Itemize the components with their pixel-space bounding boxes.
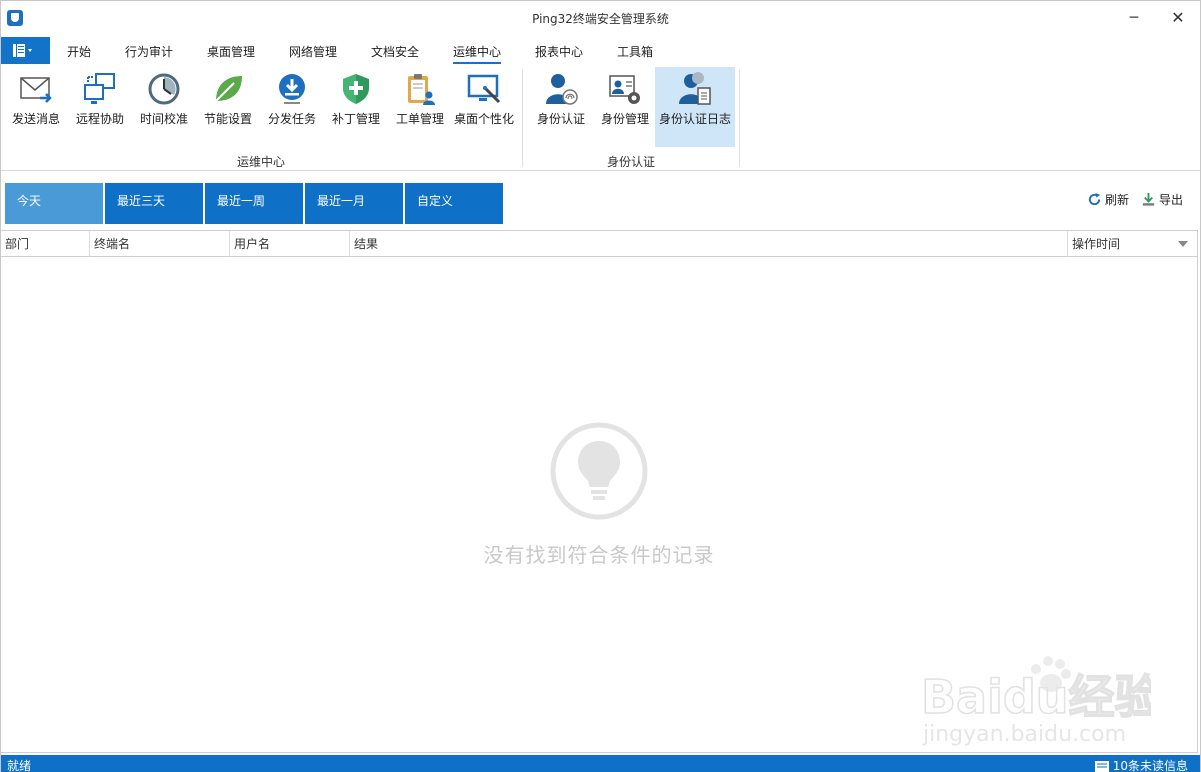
app-window: Ping32终端安全管理系统 ─ ✕ 开始 行为审计 桌面管理 网络管理 文档安… bbox=[0, 0, 1201, 772]
work-order-button[interactable]: 工单管理 bbox=[391, 67, 449, 147]
column-header-result[interactable]: 结果 bbox=[350, 231, 1068, 257]
sort-desc-icon bbox=[1178, 241, 1188, 247]
empty-message: 没有找到符合条件的记录 bbox=[483, 543, 715, 567]
leaf-icon bbox=[215, 76, 242, 102]
user-document-icon bbox=[679, 72, 711, 105]
remote-assist-button[interactable]: 远程协助 bbox=[71, 67, 129, 147]
group-separator bbox=[739, 69, 740, 167]
distribute-task-button[interactable]: 分发任务 bbox=[263, 67, 321, 147]
export-label: 导出 bbox=[1159, 193, 1184, 207]
ribbon-label: 远程协助 bbox=[75, 112, 124, 126]
ribbon-label: 时间校准 bbox=[139, 112, 188, 126]
ribbon-label: 节能设置 bbox=[203, 112, 252, 126]
ribbon-label: 桌面个性化 bbox=[453, 112, 514, 126]
unread-messages-label: 10条未读信息 bbox=[1112, 759, 1188, 772]
tab-desktop-management[interactable]: 桌面管理 bbox=[207, 43, 255, 60]
watermark-brand: Baidu经验 bbox=[921, 670, 1151, 724]
ribbon-label: 身份认证 bbox=[536, 112, 585, 126]
identity-auth-log-button[interactable]: 身份认证日志 bbox=[655, 67, 735, 147]
ribbon: 发送消息 远程协助 时间校准 节能设置 分发任务 补丁管理 工单管理 桌面个性化… bbox=[1, 65, 1200, 171]
filter-custom[interactable]: 自定义 bbox=[405, 183, 503, 224]
filter-today[interactable]: 今天 bbox=[5, 183, 103, 224]
status-text: 就绪 bbox=[7, 759, 32, 772]
patch-management-button[interactable]: 补丁管理 bbox=[327, 67, 385, 147]
shield-plus-icon bbox=[343, 74, 369, 104]
column-header-operation-time[interactable]: 操作时间 bbox=[1068, 231, 1196, 257]
file-menu-button[interactable] bbox=[1, 37, 50, 64]
column-header-terminal[interactable]: 终端名 bbox=[90, 231, 230, 257]
tab-start[interactable]: 开始 bbox=[67, 43, 91, 60]
send-message-button[interactable]: 发送消息 bbox=[7, 67, 65, 147]
export-button[interactable]: 导出 bbox=[1141, 191, 1183, 208]
tab-toolbox[interactable]: 工具箱 bbox=[617, 43, 653, 60]
id-card-gear-icon bbox=[609, 75, 640, 104]
tab-report-center[interactable]: 报表中心 bbox=[535, 43, 583, 60]
identity-auth-button[interactable]: 身份认证 bbox=[531, 67, 591, 147]
envelope-icon bbox=[20, 77, 52, 103]
group-label-ops: 运维中心 bbox=[237, 155, 286, 169]
tab-document-security[interactable]: 文档安全 bbox=[371, 43, 419, 60]
unread-messages[interactable]: 10条未读信息 bbox=[1094, 757, 1188, 772]
column-header-department[interactable]: 部门 bbox=[1, 231, 90, 257]
message-icon bbox=[1094, 761, 1109, 772]
export-icon bbox=[1142, 192, 1155, 206]
monitor-brush-icon bbox=[467, 74, 501, 104]
identity-management-button[interactable]: 身份管理 bbox=[595, 67, 655, 147]
table-header: 部门 终端名 用户名 结果 操作时间 bbox=[1, 231, 1197, 257]
download-circle-icon bbox=[279, 74, 305, 104]
ribbon-label: 工单管理 bbox=[395, 112, 444, 126]
filter-last-week[interactable]: 最近一周 bbox=[205, 183, 303, 224]
window-title: Ping32终端安全管理系统 bbox=[532, 12, 669, 26]
column-header-username[interactable]: 用户名 bbox=[230, 231, 350, 257]
column-header-operation-time-label: 操作时间 bbox=[1072, 237, 1121, 251]
empty-state: 没有找到符合条件的记录 bbox=[1, 421, 1197, 568]
filter-last-3-days[interactable]: 最近三天 bbox=[105, 183, 203, 224]
group-label-identity: 身份认证 bbox=[607, 155, 656, 169]
group-separator bbox=[522, 69, 523, 167]
ribbon-label: 身份认证日志 bbox=[658, 112, 731, 126]
refresh-label: 刷新 bbox=[1105, 193, 1130, 207]
refresh-button[interactable]: 刷新 bbox=[1087, 191, 1129, 208]
refresh-icon bbox=[1088, 192, 1101, 206]
clock-icon bbox=[148, 73, 180, 105]
tab-behavior-audit[interactable]: 行为审计 bbox=[125, 43, 173, 60]
clipboard-user-icon bbox=[408, 74, 435, 105]
ribbon-label: 分发任务 bbox=[267, 112, 316, 126]
ribbon-label: 补丁管理 bbox=[331, 112, 380, 126]
menu-bar: 开始 行为审计 桌面管理 网络管理 文档安全 运维中心 报表中心 工具箱 bbox=[1, 37, 1200, 65]
remote-desktop-icon bbox=[84, 73, 115, 104]
menu-icon bbox=[13, 44, 32, 57]
ribbon-label: 发送消息 bbox=[11, 112, 60, 126]
tab-network-management[interactable]: 网络管理 bbox=[289, 43, 337, 60]
watermark-url: jingyan.baidu.com bbox=[922, 722, 1126, 747]
active-tab-indicator bbox=[453, 62, 501, 64]
close-button[interactable]: ✕ bbox=[1158, 5, 1198, 31]
status-bar: 就绪 10条未读信息 bbox=[1, 755, 1200, 772]
title-bar: Ping32终端安全管理系统 ─ ✕ bbox=[1, 1, 1200, 35]
time-sync-button[interactable]: 时间校准 bbox=[135, 67, 193, 147]
user-fingerprint-icon bbox=[546, 74, 578, 105]
filter-last-month[interactable]: 最近一月 bbox=[305, 183, 403, 224]
desktop-personalize-button[interactable]: 桌面个性化 bbox=[451, 67, 517, 147]
baidu-watermark: Baidu经验 jingyan.baidu.com bbox=[921, 656, 1151, 747]
tab-ops-center[interactable]: 运维中心 bbox=[453, 43, 501, 60]
ribbon-label: 身份管理 bbox=[600, 112, 649, 126]
lightbulb-icon bbox=[550, 422, 648, 520]
power-saving-button[interactable]: 节能设置 bbox=[199, 67, 257, 147]
minimize-button[interactable]: ─ bbox=[1114, 5, 1154, 31]
log-table: 部门 终端名 用户名 结果 操作时间 没有找到符合条件的记录 Baidu经验 j… bbox=[1, 230, 1198, 753]
